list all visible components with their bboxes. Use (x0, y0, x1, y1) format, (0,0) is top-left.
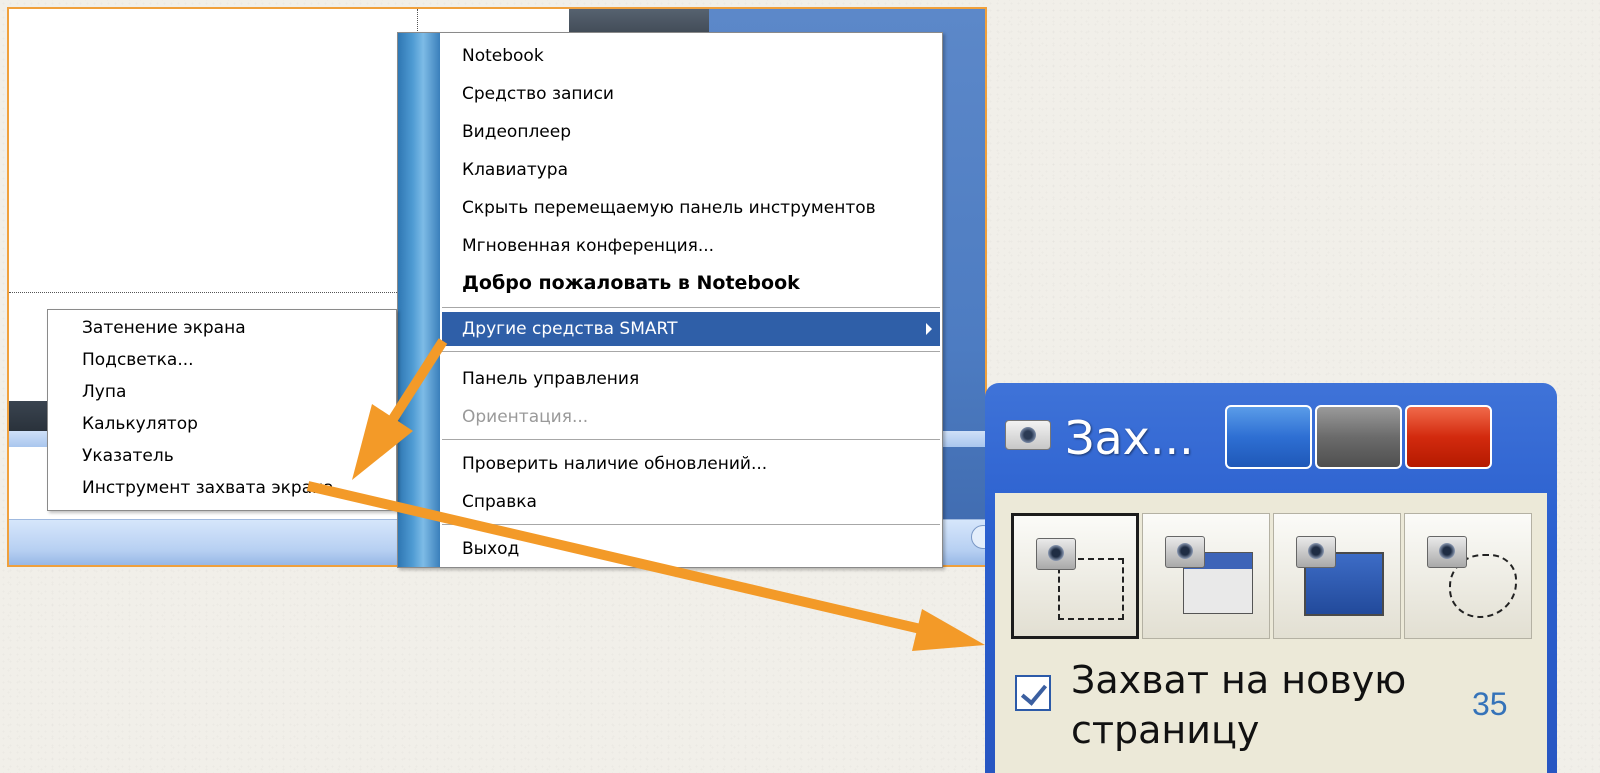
submenu-item-pointer[interactable]: Указатель (48, 440, 396, 472)
menu-item-exit[interactable]: Выход (442, 532, 940, 566)
camera-icon (1165, 536, 1205, 568)
menu-item-instant-conference[interactable]: Мгновенная конференция... (442, 229, 940, 263)
menu-separator (442, 524, 940, 525)
menu-item-keyboard[interactable]: Клавиатура (442, 153, 940, 187)
menu-item-check-updates[interactable]: Проверить наличие обновлений... (442, 447, 940, 481)
menu-item-control-panel[interactable]: Панель управления (442, 362, 940, 396)
menu-item-hide-floating-toolbar[interactable]: Скрыть перемещаемую панель инструментов (442, 191, 940, 225)
area-capture-button[interactable] (1011, 513, 1139, 639)
arrowhead-to-capture-window (912, 609, 985, 651)
maximize-button[interactable] (1315, 405, 1402, 469)
smart-tools-submenu: Затенение экрана Подсветка... Лупа Кальк… (47, 309, 397, 511)
menu-side-rail (398, 33, 440, 567)
submenu-item-spotlight[interactable]: Подсветка... (48, 344, 396, 376)
camera-icon (1036, 538, 1076, 570)
close-button[interactable] (1405, 405, 1492, 469)
menu-item-orientation[interactable]: Ориентация... (442, 400, 940, 434)
smart-context-menu: Notebook Средство записи Видеоплеер Клав… (397, 32, 943, 568)
camera-icon (1296, 536, 1336, 568)
menu-item-video-player[interactable]: Видеоплеер (442, 115, 940, 149)
menu-item-notebook[interactable]: Notebook (442, 39, 940, 73)
dotted-guide-horizontal (9, 292, 419, 293)
menu-item-recorder[interactable]: Средство записи (442, 77, 940, 111)
slide-number: 35 (1472, 686, 1508, 722)
capture-to-new-page-checkbox[interactable] (1015, 675, 1051, 711)
menu-item-other-smart-tools[interactable]: Другие средства SMART (442, 312, 940, 346)
menu-separator (442, 307, 940, 308)
submenu-arrow-icon (926, 323, 932, 335)
window-title: Зах... (1065, 411, 1194, 465)
camera-icon (1427, 536, 1467, 568)
menu-item-other-smart-tools-label: Другие средства SMART (462, 319, 678, 339)
submenu-item-calculator[interactable]: Калькулятор (48, 408, 396, 440)
capture-to-new-page-label: Захват на новую страницу (1071, 658, 1407, 752)
submenu-item-screen-shade[interactable]: Затенение экрана (48, 312, 396, 344)
submenu-item-screen-capture-tool[interactable]: Инструмент захвата экрана (48, 472, 396, 504)
menu-item-help[interactable]: Справка (442, 485, 940, 519)
menu-separator (442, 351, 940, 352)
menu-separator (442, 439, 940, 440)
freehand-capture-button[interactable] (1404, 513, 1532, 639)
window-capture-button[interactable] (1142, 513, 1270, 639)
fullscreen-capture-button[interactable] (1273, 513, 1401, 639)
submenu-item-magnifier[interactable]: Лупа (48, 376, 396, 408)
capture-window-body: Захват на новую страницу (995, 493, 1547, 773)
minimize-button[interactable] (1225, 405, 1312, 469)
camera-icon (1005, 420, 1051, 450)
menu-item-welcome[interactable]: Добро пожаловать в Notebook (442, 266, 940, 300)
